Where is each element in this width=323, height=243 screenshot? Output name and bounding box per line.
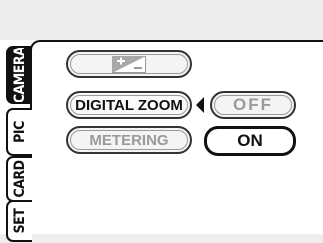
tab-set[interactable]: SET [6,200,32,242]
metering-label: METERING [89,131,169,149]
tab-card-label: CARD [12,160,28,198]
tab-pic-label: PIC [12,121,28,143]
digital-zoom-button[interactable]: DIGITAL ZOOM [66,91,192,119]
tab-pic[interactable]: PIC [6,108,32,156]
metering-button[interactable]: METERING [66,126,192,154]
digital-zoom-label: DIGITAL ZOOM [75,96,183,114]
tab-camera[interactable]: CAMERA [6,46,32,104]
tab-card[interactable]: CARD [6,156,32,202]
bottom-band [0,234,323,243]
exposure-compensation-button[interactable] [66,50,192,78]
tab-set-label: SET [12,208,28,234]
tab-camera-label: CAMERA [12,46,28,104]
selection-arrow-icon [196,97,204,113]
top-band [0,0,323,40]
metering-value-text: ON [237,131,263,150]
exposure-compensation-icon [112,55,146,73]
digital-zoom-value[interactable]: OFF [210,91,296,119]
digital-zoom-value-text: OFF [233,95,273,114]
metering-value[interactable]: ON [204,126,296,156]
